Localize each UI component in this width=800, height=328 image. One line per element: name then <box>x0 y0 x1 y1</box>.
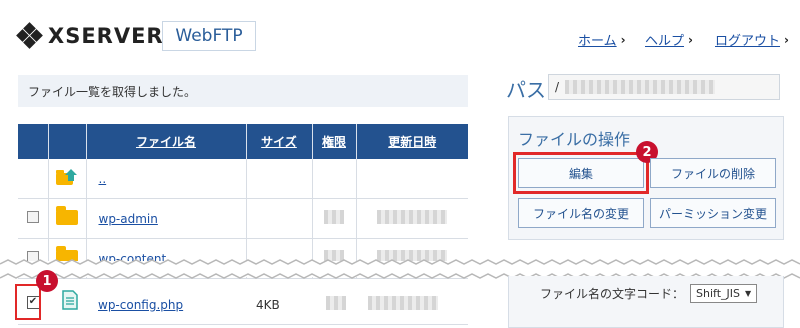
column-header-size[interactable]: サイズ <box>246 124 313 159</box>
highlight-edit-button <box>513 152 649 194</box>
file-table: ファイル名 サイズ 権限 更新日時 .. wp-admin wp-content <box>18 124 468 279</box>
status-message: ファイル一覧を取得しました。 <box>18 75 468 107</box>
product-name: WebFTP <box>162 21 256 51</box>
path-value: / <box>555 80 560 94</box>
path-field[interactable]: / <box>548 74 780 100</box>
folder-icon <box>56 205 78 225</box>
path-label: パス <box>506 78 546 102</box>
row-checkbox[interactable] <box>26 211 39 223</box>
redacted-permission <box>324 210 344 224</box>
diamond-logo-icon <box>16 22 43 49</box>
parent-folder-up-icon[interactable] <box>55 167 79 187</box>
nav-logout-link[interactable]: ログアウト <box>715 30 780 49</box>
change-permission-button[interactable]: パーミッション変更 <box>650 198 776 228</box>
nav-home-link[interactable]: ホーム <box>578 30 617 49</box>
encoding-select[interactable]: Shift_JIS ▼ <box>690 284 758 303</box>
brand-name: XSERVER <box>48 24 164 48</box>
chevron-right-icon: › <box>688 32 693 47</box>
table-row: ✔ wp-config.php 4KB <box>15 280 468 325</box>
encoding-label: ファイル名の文字コード： <box>540 287 685 301</box>
encoding-value: Shift_JIS <box>696 287 740 300</box>
nav-home[interactable]: ホーム › <box>578 30 626 50</box>
nav-logout[interactable]: ログアウト › <box>715 30 789 50</box>
nav-help-link[interactable]: ヘルプ <box>645 30 684 49</box>
nav-help[interactable]: ヘルプ › <box>645 30 693 50</box>
file-link-parent[interactable]: .. <box>99 172 107 186</box>
filename-encoding-setting: ファイル名の文字コード： Shift_JIS ▼ <box>540 284 758 303</box>
rename-file-button[interactable]: ファイル名の変更 <box>518 198 644 228</box>
highlight-checkbox <box>15 284 41 320</box>
redacted-date <box>377 210 448 224</box>
document-icon <box>62 290 78 310</box>
delete-file-button[interactable]: ファイルの削除 <box>650 158 776 188</box>
column-header-permission[interactable]: 権限 <box>312 124 357 159</box>
file-link-wp-config[interactable]: wp-config.php <box>98 298 183 312</box>
file-link-wp-admin[interactable]: wp-admin <box>99 212 158 226</box>
header-icon-col <box>48 124 87 159</box>
redacted-date <box>368 296 438 310</box>
table-row: wp-admin <box>18 198 468 239</box>
chevron-right-icon: › <box>784 32 789 47</box>
chevron-right-icon: › <box>620 32 626 47</box>
redacted-permission <box>326 296 346 310</box>
redacted-path <box>565 80 716 94</box>
dropdown-arrow-icon: ▼ <box>745 289 752 298</box>
file-size: 4KB <box>256 298 280 312</box>
table-header-row: ファイル名 サイズ 権限 更新日時 <box>18 124 468 159</box>
xserver-logo: XSERVER <box>16 22 164 49</box>
column-header-modified[interactable]: 更新日時 <box>356 124 468 159</box>
column-header-filename[interactable]: ファイル名 <box>86 124 247 159</box>
step-marker-1: 1 <box>36 270 58 292</box>
table-row: .. <box>18 159 468 199</box>
file-operations-title: ファイルの操作 <box>518 130 631 149</box>
header-checkbox-col <box>18 124 49 159</box>
